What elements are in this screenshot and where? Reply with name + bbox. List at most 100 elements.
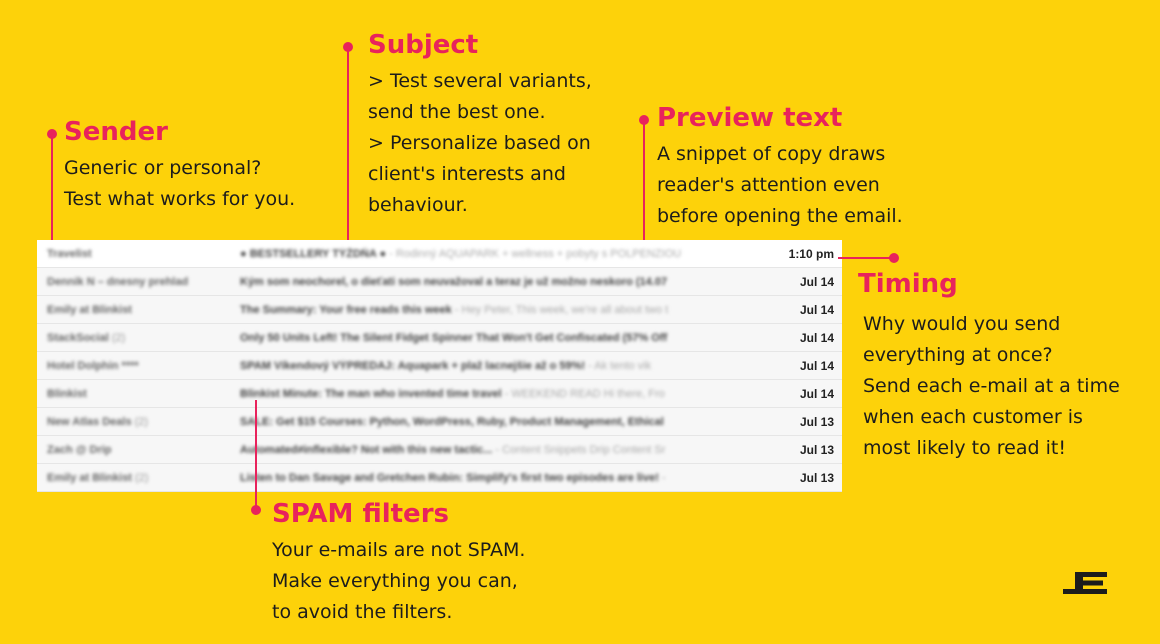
email-subject: Automated≠inflexible? Not with this new … [240,443,493,456]
email-subject: SPAM Víkendový VÝPREDAJ: Aquapark + plaž… [240,359,586,372]
email-preview: - Ak tento vik [585,359,652,372]
email-row[interactable]: Zach @ Drip Automated≠inflexible? Not wi… [37,436,842,464]
email-thread-count: (2) [134,415,149,428]
preview-line: reader's attention even [657,173,880,196]
email-preview: - [658,471,666,484]
email-row[interactable]: Dennik N – dnesny prehlad Kým som neocho… [37,268,842,296]
email-sender-name: Hotel Dolphin **** [47,359,139,372]
sender-description: Generic or personal? Test what works for… [64,153,295,215]
email-sender-name: Dennik N – dnesny prehlad [47,275,189,288]
timing-line: Why would you send [863,312,1061,335]
email-sender-name: Emily at Blinkist [47,303,132,316]
sender-callout: Sender Generic or personal? Test what wo… [64,118,295,215]
email-sender-name: Blinkist [47,387,87,400]
timing-description: Why would you send everything at once? S… [858,309,1120,464]
email-sender-name: Travelist [47,247,92,260]
email-date: Jul 13 [799,470,834,485]
email-subject: The Summary: Your free reads this week [240,303,452,316]
spam-pointer-dot [251,505,261,515]
email-sender: New Atlas Deals (2) [37,416,240,428]
timing-title: Timing [858,269,958,299]
email-row[interactable]: Hotel Dolphin **** SPAM Víkendový VÝPRED… [37,352,842,380]
sender-line: Generic or personal? [64,156,262,179]
spam-line: Make everything you can, [272,569,518,592]
email-preview: - Content Snippets Drip Content Sr [492,443,666,456]
email-sender-name: StackSocial [47,331,109,344]
sender-title: Sender [64,117,168,147]
email-thread-count: (2) [111,331,126,344]
email-date: Jul 14 [799,358,834,373]
email-row[interactable]: StackSocial (2) Only 50 Units Left! The S… [37,324,842,352]
email-row[interactable]: Emily at Blinkist (2) Listen to Dan Savag… [37,464,842,492]
email-row[interactable]: Blinkist Blinkist Minute: The man who in… [37,380,842,408]
email-sender: Dennik N – dnesny prehlad [37,276,240,288]
timing-line: everything at once? [863,343,1053,366]
preview-callout: Preview text A snippet of copy draws rea… [657,104,903,232]
email-subject-line: SPAM Víkendový VÝPREDAJ: Aquapark + plaž… [240,360,770,372]
preview-line: before opening the email. [657,204,903,227]
email-date: Jul 14 [799,302,834,317]
timing-line: Send each e-mail at a time [863,374,1120,397]
timing-line: when each customer is [863,405,1083,428]
email-subject-line: Automated≠inflexible? Not with this new … [240,444,770,456]
spam-callout: SPAM filters Your e-mails are not SPAM. … [272,500,525,628]
email-row[interactable]: Emily at Blinkist The Summary: Your free… [37,296,842,324]
timing-line: most likely to read it! [863,436,1066,459]
sender-pointer-line [51,134,53,246]
email-sender: Travelist [37,248,240,260]
email-subject-line: The Summary: Your free reads this week -… [240,304,770,316]
sender-line: Test what works for you. [64,187,296,210]
email-preview: - WEEKEND READ Hi there, Fro [501,387,665,400]
email-subject-line: SALE: Get $15 Courses: Python, WordPress… [240,416,770,428]
subject-pointer-line [347,47,349,248]
subject-title: Subject [368,30,479,60]
email-date: Jul 14 [799,330,834,345]
preview-pointer-line [643,120,645,248]
email-date: Jul 13 [799,414,834,429]
email-sender: Emily at Blinkist [37,304,240,316]
email-preview: - Hey Peter, This week, we're all about … [451,303,669,316]
email-sender-name: Zach @ Drip [47,443,112,456]
email-subject-line: Blinkist Minute: The man who invented ti… [240,388,770,400]
email-row[interactable]: New Atlas Deals (2) SALE: Get $15 Courses… [37,408,842,436]
subject-line: client's interests and [368,162,566,185]
email-sender-name: Emily at Blinkist [47,471,132,484]
email-sender: StackSocial (2) [37,332,240,344]
spam-line: Your e-mails are not SPAM. [272,538,526,561]
subject-line: send the best one. [368,100,546,123]
email-date: Jul 13 [799,442,834,457]
timing-pointer-dot [889,253,899,263]
preview-title: Preview text [657,103,843,133]
subject-line: > Test several variants, [368,69,592,92]
email-subject: Blinkist Minute: The man who invented ti… [240,387,502,400]
email-subject: ● BESTSELLERY TÝŽDŇA ● [240,247,387,260]
email-date: Jul 14 [799,386,834,401]
email-subject: SALE: Get $15 Courses: Python, WordPress… [240,415,664,428]
email-subject-line: Only 50 Units Left! The Silent Fidget Sp… [240,332,770,344]
spam-pointer-line [255,400,257,510]
inbox-list: Travelist ● BESTSELLERY TÝŽDŇA ● - Rodin… [37,240,842,492]
subject-line: behaviour. [368,193,468,216]
spam-description: Your e-mails are not SPAM. Make everythi… [272,535,525,628]
email-subject-line: Listen to Dan Savage and Gretchen Rubin:… [240,472,770,484]
subject-callout: Subject > Test several variants, send th… [368,31,592,221]
spam-title: SPAM filters [272,499,449,529]
email-date: Jul 14 [799,274,834,289]
spam-line: to avoid the filters. [272,600,453,623]
subject-line: > Personalize based on [368,131,591,154]
email-thread-count: (2) [135,471,149,484]
email-preview: - Rodinný AQUAPARK + wellness + pobyty s… [386,247,682,260]
email-subject: Kým som neochorel, o dieťati som neuvažo… [240,275,668,288]
email-row[interactable]: Travelist ● BESTSELLERY TÝŽDŇA ● - Rodin… [37,240,842,268]
subject-description: > Test several variants, send the best o… [368,66,592,221]
email-sender: Blinkist [37,388,240,400]
email-sender-name: New Atlas Deals [47,415,132,428]
email-subject: Only 50 Units Left! The Silent Fidget Sp… [240,331,668,344]
preview-description: A snippet of copy draws reader's attenti… [657,139,903,232]
preview-line: A snippet of copy draws [657,142,886,165]
E-logo-icon [1063,572,1107,594]
email-subject-line: Kým som neochorel, o dieťati som neuvažo… [240,276,770,288]
email-subject-line: ● BESTSELLERY TÝŽDŇA ● - Rodinný AQUAPAR… [240,248,770,260]
timing-pointer-line [838,257,894,259]
timing-callout: Timing Why would you send everything at … [858,270,1120,464]
